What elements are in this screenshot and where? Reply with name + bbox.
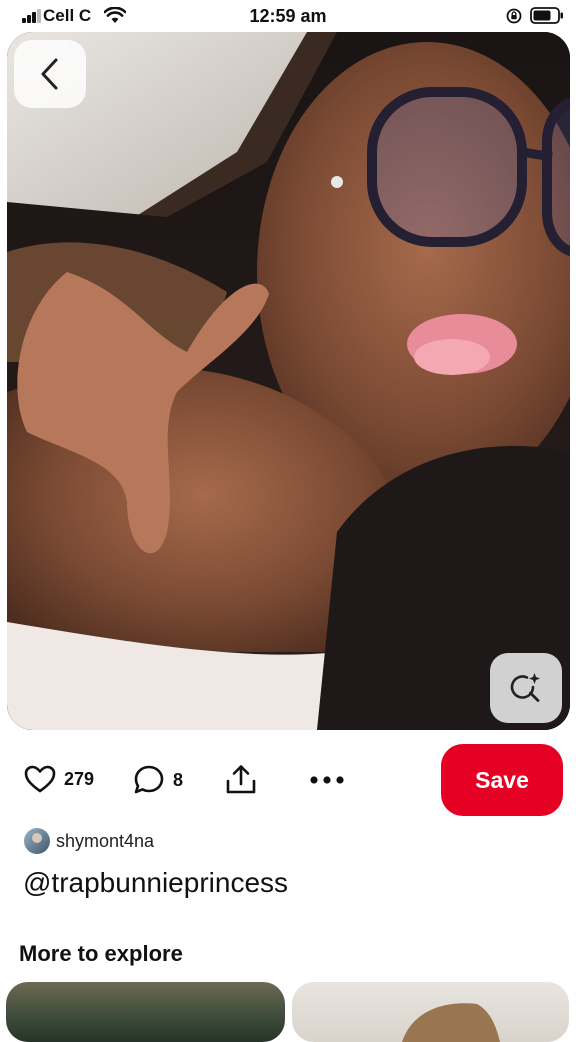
heart-icon	[24, 765, 56, 793]
more-options-button[interactable]	[309, 775, 345, 785]
creator-name[interactable]: shymont4na	[56, 831, 154, 852]
comment-icon	[134, 765, 164, 794]
save-button[interactable]: Save	[441, 744, 563, 816]
related-pin-thumbnail[interactable]	[292, 982, 569, 1042]
visual-search-button[interactable]	[490, 653, 562, 723]
back-chevron-icon	[41, 58, 58, 90]
status-time: 12:59 am	[249, 6, 327, 26]
visual-search-icon	[510, 673, 540, 702]
share-button[interactable]	[224, 764, 258, 796]
comment-button[interactable]: 8	[133, 764, 183, 796]
pin-photo-illustration	[7, 32, 570, 730]
like-button[interactable]: 279	[24, 765, 94, 793]
pin-image[interactable]	[7, 32, 570, 730]
battery-icon	[530, 7, 563, 24]
pin-title: @trapbunnieprincess	[23, 867, 289, 898]
rotation-lock-icon	[506, 8, 522, 24]
like-count: 279	[64, 768, 95, 789]
share-icon	[226, 765, 256, 794]
related-pin-illustration	[402, 1003, 500, 1042]
comment-count: 8	[173, 769, 184, 790]
more-dots-icon	[310, 776, 344, 784]
status-bar: Cell C 12:59 am	[0, 0, 576, 32]
creator-row[interactable]: shymont4na	[24, 828, 154, 854]
more-to-explore-heading: More to explore	[19, 941, 183, 966]
avatar[interactable]	[24, 828, 50, 854]
related-pin-thumbnail[interactable]	[6, 982, 285, 1042]
back-button[interactable]	[14, 40, 86, 108]
